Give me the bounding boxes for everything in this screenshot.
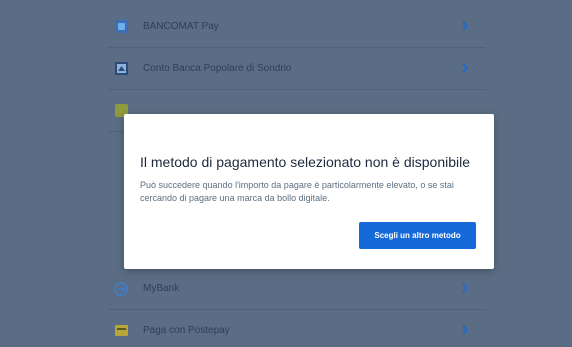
bank-icon (114, 62, 128, 76)
payment-method-label: Paga con Postepay (143, 325, 230, 336)
bancomat-pay-icon (114, 20, 128, 34)
postepay-icon (114, 324, 128, 338)
payment-method-mybank[interactable]: MyBank (108, 268, 486, 310)
payment-method-screen: BANCOMAT Pay Conto Banca Popolare di Son… (0, 0, 572, 347)
payment-method-label: Conto Banca Popolare di Sondrio (143, 63, 292, 74)
chevron-right-icon (458, 19, 472, 33)
payment-method-banca-popolare-sondrio[interactable]: Conto Banca Popolare di Sondrio (108, 48, 486, 90)
payment-method-postepay[interactable]: Paga con Postepay (108, 310, 486, 347)
unavailable-method-dialog: Il metodo di pagamento selezionato non è… (124, 114, 494, 269)
lower-list: MyBank Paga con Postepay (108, 268, 486, 347)
payment-method-bancomat-pay[interactable]: BANCOMAT Pay (108, 6, 486, 48)
dialog-title: Il metodo di pagamento selezionato non è… (140, 154, 471, 170)
chevron-right-icon (458, 61, 472, 75)
mybank-icon (114, 281, 128, 296)
choose-another-method-button[interactable]: Scegli un altro metodo (359, 222, 476, 249)
dialog-message: Può succedere quando l'importo da pagare… (140, 180, 454, 203)
chevron-right-icon (458, 323, 472, 337)
payment-method-label: MyBank (143, 283, 180, 294)
chevron-right-icon (458, 281, 472, 295)
payment-method-label: BANCOMAT Pay (143, 21, 219, 32)
